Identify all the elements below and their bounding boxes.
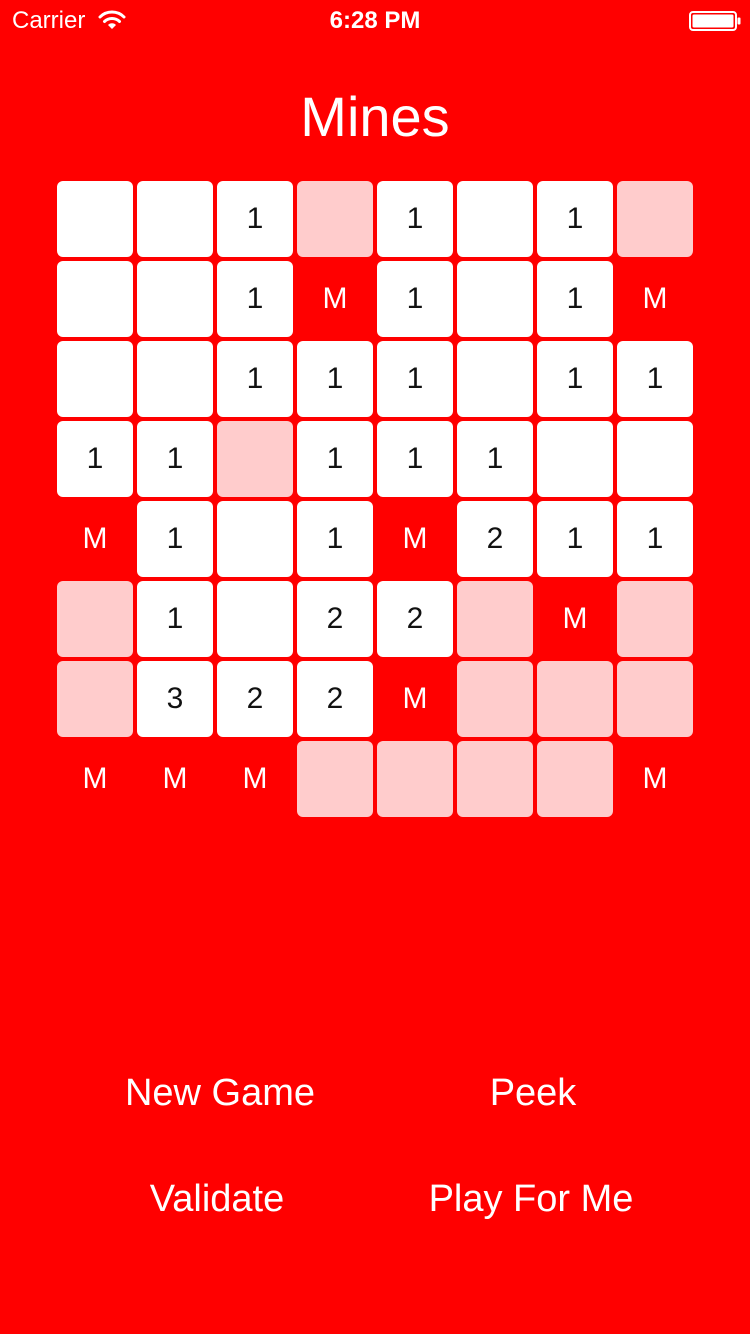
empty-cell[interactable] [137,181,213,257]
number-cell[interactable]: 1 [537,261,613,337]
page-title: Mines [300,85,450,148]
hidden-cell[interactable] [377,741,453,817]
number-cell[interactable]: 1 [377,181,453,257]
clock: 6:28 PM [329,7,421,34]
number-cell[interactable]: 2 [297,661,373,737]
hidden-cell[interactable] [297,181,373,257]
status-bar: Carrier 6:28 PM [0,0,750,40]
empty-cell[interactable] [457,181,533,257]
number-cell[interactable]: 1 [137,501,213,577]
number-cell[interactable]: 2 [217,661,293,737]
hidden-cell[interactable] [537,661,613,737]
validate-button[interactable]: Validate [117,1177,317,1221]
mine-cell[interactable]: M [537,581,613,657]
battery-icon [689,11,741,31]
mine-cell[interactable]: M [217,741,293,817]
empty-cell[interactable] [457,261,533,337]
hidden-cell[interactable] [297,741,373,817]
number-cell[interactable]: 1 [377,421,453,497]
empty-cell[interactable] [457,341,533,417]
mine-cell[interactable]: M [617,261,693,337]
hidden-cell[interactable] [457,741,533,817]
number-cell[interactable]: 1 [297,501,373,577]
empty-cell[interactable] [57,181,133,257]
minefield-grid: 1111M11M1111111111M11M211122M322MMMMM [57,181,693,817]
hidden-cell[interactable] [217,421,293,497]
mine-cell[interactable]: M [377,661,453,737]
hidden-cell[interactable] [617,181,693,257]
number-cell[interactable]: 1 [537,501,613,577]
number-cell[interactable]: 2 [457,501,533,577]
empty-cell[interactable] [217,581,293,657]
number-cell[interactable]: 1 [537,341,613,417]
empty-cell[interactable] [57,341,133,417]
number-cell[interactable]: 1 [617,501,693,577]
number-cell[interactable]: 3 [137,661,213,737]
number-cell[interactable]: 1 [137,421,213,497]
number-cell[interactable]: 1 [297,341,373,417]
mine-cell[interactable]: M [377,501,453,577]
empty-cell[interactable] [617,421,693,497]
mine-cell[interactable]: M [617,741,693,817]
empty-cell[interactable] [57,261,133,337]
hidden-cell[interactable] [57,581,133,657]
number-cell[interactable]: 1 [297,421,373,497]
peek-button[interactable]: Peek [433,1071,633,1115]
hidden-cell[interactable] [57,661,133,737]
number-cell[interactable]: 1 [377,261,453,337]
empty-cell[interactable] [137,261,213,337]
empty-cell[interactable] [217,501,293,577]
number-cell[interactable]: 2 [377,581,453,657]
number-cell[interactable]: 1 [377,341,453,417]
number-cell[interactable]: 1 [457,421,533,497]
new-game-button[interactable]: New Game [100,1071,340,1115]
mine-cell[interactable]: M [297,261,373,337]
mine-cell[interactable]: M [137,741,213,817]
number-cell[interactable]: 1 [217,341,293,417]
empty-cell[interactable] [537,421,613,497]
empty-cell[interactable] [137,341,213,417]
hidden-cell[interactable] [457,661,533,737]
play-for-me-button[interactable]: Play For Me [411,1177,651,1221]
number-cell[interactable]: 1 [617,341,693,417]
hidden-cell[interactable] [537,741,613,817]
mine-cell[interactable]: M [57,501,133,577]
number-cell[interactable]: 1 [537,181,613,257]
number-cell[interactable]: 1 [217,261,293,337]
mine-cell[interactable]: M [57,741,133,817]
number-cell[interactable]: 2 [297,581,373,657]
hidden-cell[interactable] [457,581,533,657]
number-cell[interactable]: 1 [217,181,293,257]
number-cell[interactable]: 1 [57,421,133,497]
hidden-cell[interactable] [617,581,693,657]
number-cell[interactable]: 1 [137,581,213,657]
hidden-cell[interactable] [617,661,693,737]
